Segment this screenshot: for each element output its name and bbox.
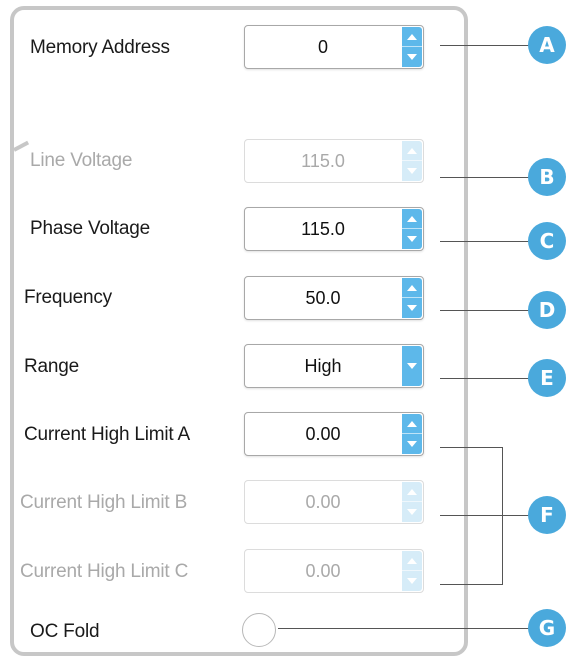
- current-high-limit-a-value[interactable]: 0.00: [245, 413, 401, 455]
- line-voltage-value: 115.0: [301, 150, 345, 171]
- increment-button[interactable]: [402, 209, 422, 229]
- frequency-value[interactable]: 50.0: [245, 277, 401, 319]
- increment-button[interactable]: [402, 278, 422, 298]
- range-label: Range: [24, 356, 79, 377]
- line-voltage-spinner: [402, 141, 422, 181]
- callout-line-a: [440, 45, 542, 46]
- increment-button[interactable]: [402, 414, 422, 434]
- decrement-button: [402, 160, 422, 181]
- arrow-down-icon: [407, 54, 417, 60]
- arrow-up-icon: [407, 216, 417, 222]
- callout-badge-b: B: [528, 158, 566, 196]
- callout-line-b: [440, 177, 542, 178]
- phase-voltage-spinbox[interactable]: 115.0: [244, 207, 424, 251]
- arrow-up-icon: [407, 285, 417, 291]
- arrow-up-icon: [407, 148, 417, 154]
- callout-bracket-f: [440, 447, 503, 585]
- increment-button: [402, 551, 422, 571]
- phase-voltage-label: Phase Voltage: [30, 218, 150, 239]
- arrow-down-icon: [407, 509, 417, 515]
- callout-line-c: [440, 241, 542, 242]
- decrement-button[interactable]: [402, 46, 422, 67]
- callout-badge-a: A: [528, 26, 566, 64]
- frequency-spinner[interactable]: [402, 278, 422, 318]
- current-high-limit-b-spinner: [402, 482, 422, 522]
- callout-badge-f: F: [528, 496, 566, 534]
- panel-connector: [13, 140, 30, 152]
- decrement-button: [402, 501, 422, 522]
- arrow-up-icon: [407, 421, 417, 427]
- oc-fold-toggle[interactable]: [242, 613, 276, 647]
- oc-fold-label: OC Fold: [30, 621, 100, 642]
- line-voltage-label: Line Voltage: [30, 150, 133, 171]
- increment-button: [402, 141, 422, 161]
- arrow-up-icon: [407, 489, 417, 495]
- decrement-button[interactable]: [402, 297, 422, 318]
- arrow-down-icon: [407, 305, 417, 311]
- callout-badge-e: E: [528, 359, 566, 397]
- memory-address-label: Memory Address: [30, 37, 170, 58]
- callout-badge-c: C: [528, 222, 566, 260]
- frequency-label: Frequency: [24, 287, 112, 308]
- increment-button: [402, 482, 422, 502]
- memory-address-spinner[interactable]: [402, 27, 422, 67]
- arrow-up-icon: [407, 34, 417, 40]
- phase-voltage-value[interactable]: 115.0: [245, 208, 401, 250]
- decrement-button[interactable]: [402, 228, 422, 249]
- callout-badge-g: G: [528, 609, 566, 647]
- range-selected-value[interactable]: High: [245, 345, 401, 387]
- callout-line-e: [440, 378, 542, 379]
- memory-address-spinbox[interactable]: 0: [244, 25, 424, 69]
- chevron-down-icon: [407, 363, 417, 369]
- frequency-spinbox[interactable]: 50.0: [244, 276, 424, 320]
- decrement-button[interactable]: [402, 433, 422, 454]
- range-dropdown[interactable]: High: [244, 344, 424, 388]
- arrow-up-icon: [407, 558, 417, 564]
- current-high-limit-b-label: Current High Limit B: [20, 492, 188, 513]
- current-high-limit-a-label: Current High Limit A: [24, 424, 191, 445]
- callout-line-f: [440, 515, 542, 516]
- current-high-limit-b-spinbox: 0.00: [244, 480, 424, 524]
- current-high-limit-a-spinbox[interactable]: 0.00: [244, 412, 424, 456]
- decrement-button: [402, 570, 422, 591]
- current-high-limit-c-spinner: [402, 551, 422, 591]
- memory-address-value[interactable]: 0: [245, 26, 401, 68]
- phase-voltage-spinner[interactable]: [402, 209, 422, 249]
- range-dropdown-button[interactable]: [402, 346, 422, 386]
- callout-badge-d: D: [528, 291, 566, 329]
- arrow-down-icon: [407, 168, 417, 174]
- arrow-down-icon: [407, 236, 417, 242]
- current-high-limit-c-spinbox: 0.00: [244, 549, 424, 593]
- line-voltage-spinbox: 115.0: [244, 139, 424, 183]
- callout-line-d: [440, 310, 542, 311]
- current-high-limit-a-spinner[interactable]: [402, 414, 422, 454]
- current-high-limit-b-value: 0.00: [305, 491, 341, 512]
- increment-button[interactable]: [402, 27, 422, 47]
- current-high-limit-c-value: 0.00: [305, 560, 341, 581]
- callout-line-g: [278, 628, 542, 629]
- arrow-down-icon: [407, 441, 417, 447]
- current-high-limit-c-label: Current High Limit C: [20, 561, 189, 582]
- arrow-down-icon: [407, 578, 417, 584]
